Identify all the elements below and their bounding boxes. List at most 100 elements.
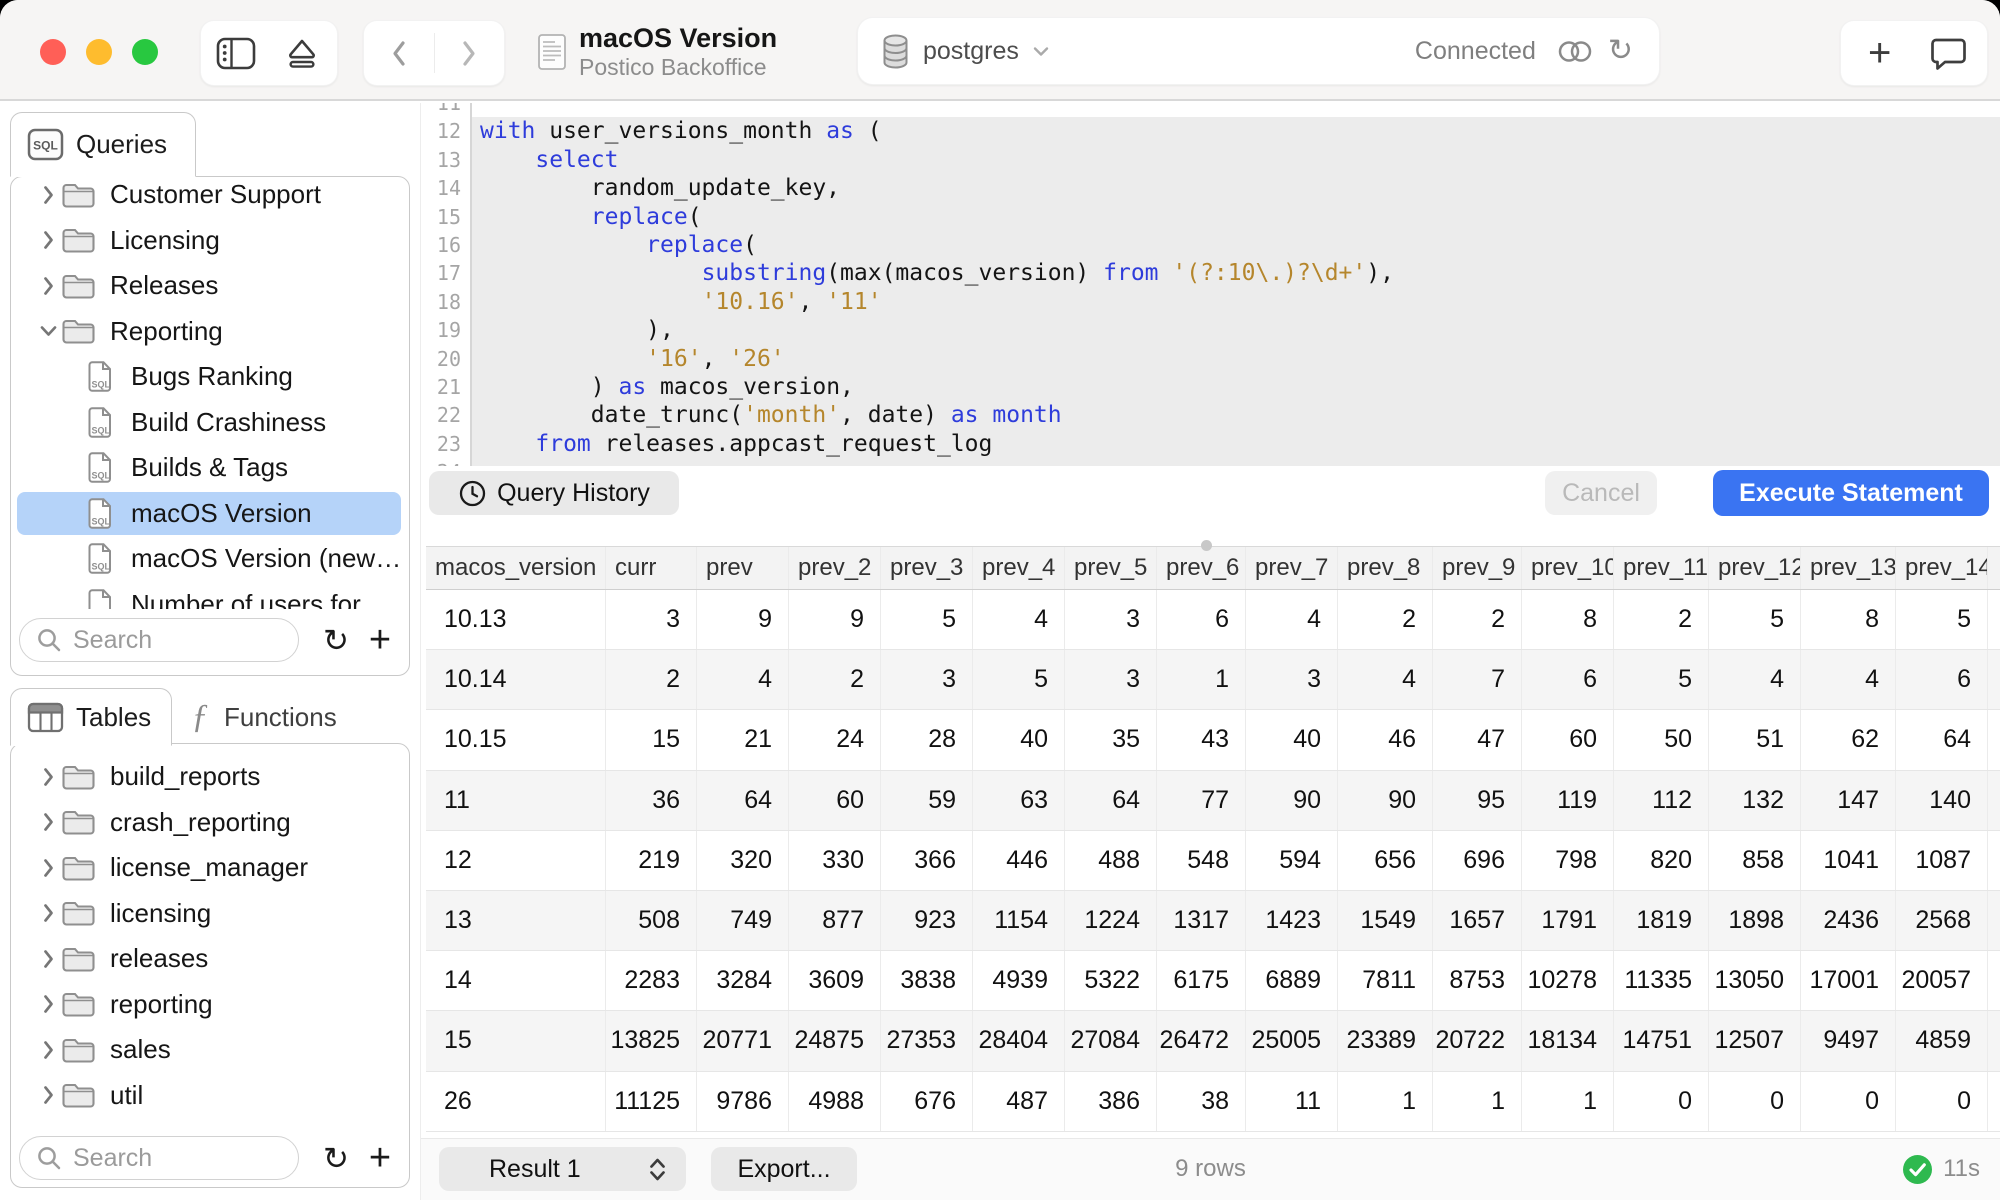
column-header[interactable]: prev_2	[789, 547, 881, 589]
column-header[interactable]: prev_4	[973, 547, 1065, 589]
sidebar-query-item[interactable]: SQLBuilds & Tags	[13, 445, 407, 491]
disconnect-button[interactable]	[272, 23, 332, 83]
chevron-right-icon[interactable]	[35, 993, 61, 1015]
chevron-right-icon[interactable]	[35, 1039, 61, 1061]
minimize-window-button[interactable]	[86, 39, 112, 65]
table-row[interactable]: 1350874987792311541224131714231549165717…	[426, 891, 2000, 951]
editor-line[interactable]: 11	[421, 103, 2000, 117]
zoom-window-button[interactable]	[132, 39, 158, 65]
column-header[interactable]: prev_8	[1338, 547, 1433, 589]
results-table: macos_versioncurrprevprev_2prev_3prev_4p…	[426, 546, 2000, 1138]
sidebar-folder-item[interactable]: Reporting	[13, 309, 407, 355]
editor-line[interactable]: 24	[421, 458, 2000, 466]
sql-editor[interactable]: 1112with user_versions_month as (13 sele…	[421, 103, 2000, 466]
chevron-right-icon[interactable]	[35, 902, 61, 924]
column-header[interactable]	[1988, 547, 2000, 589]
database-selector[interactable]: postgres	[923, 37, 1019, 66]
tab-functions[interactable]: ƒ Functions	[188, 688, 337, 746]
toggle-sidebar-button[interactable]	[206, 23, 266, 83]
add-query-button[interactable]: +	[359, 621, 401, 659]
column-header[interactable]: prev_5	[1065, 547, 1157, 589]
column-header[interactable]: macos_version	[426, 547, 606, 589]
chevron-right-icon[interactable]	[35, 857, 61, 879]
table-row[interactable]: 10.15152124284035434046476050516264	[426, 710, 2000, 770]
table-row[interactable]: 1513825207712487527353284042708426472250…	[426, 1011, 2000, 1071]
sidebar-schema-item[interactable]: license_manager	[13, 845, 407, 891]
column-header[interactable]: prev_13	[1801, 547, 1896, 589]
editor-line[interactable]: 16 replace(	[421, 231, 2000, 259]
editor-line[interactable]: 21 ) as macos_version,	[421, 373, 2000, 401]
close-window-button[interactable]	[40, 39, 66, 65]
sidebar-schema-item[interactable]: util	[13, 1073, 407, 1119]
editor-line[interactable]: 22 date_trunc('month', date) as month	[421, 401, 2000, 429]
sidebar-schema-item[interactable]: crash_reporting	[13, 800, 407, 846]
chevron-right-icon[interactable]	[35, 229, 61, 251]
column-header[interactable]: curr	[606, 547, 697, 589]
sidebar-schema-item[interactable]: sales	[13, 1027, 407, 1073]
sidebar-schema-item[interactable]: reporting	[13, 982, 407, 1028]
refresh-queries-button[interactable]: ↻	[315, 625, 357, 656]
chevron-right-icon[interactable]	[35, 1084, 61, 1106]
table-row[interactable]: 1136646059636477909095119112132147140	[426, 771, 2000, 831]
editor-line[interactable]: 13 select	[421, 146, 2000, 174]
chevron-right-icon[interactable]	[35, 184, 61, 206]
editor-line[interactable]: 23 from releases.appcast_request_log	[421, 430, 2000, 458]
column-header[interactable]: prev_3	[881, 547, 973, 589]
back-button[interactable]	[369, 23, 429, 83]
query-history-label: Query History	[497, 479, 650, 508]
table-row[interactable]: 10.13399543642282585	[426, 590, 2000, 650]
sidebar-query-item[interactable]: SQLBugs Ranking	[13, 354, 407, 400]
editor-line[interactable]: 14 random_update_key,	[421, 174, 2000, 202]
chevron-down-icon[interactable]	[35, 324, 61, 338]
column-header[interactable]: prev_7	[1246, 547, 1338, 589]
tables-search-input[interactable]: Search	[19, 1136, 299, 1180]
table-row[interactable]: 10.14242353134765446	[426, 650, 2000, 710]
editor-line[interactable]: 20 '16', '26'	[421, 345, 2000, 373]
queries-search-input[interactable]: Search	[19, 618, 299, 662]
sidebar-folder-item[interactable]: Customer Support	[13, 172, 407, 218]
add-table-button[interactable]: +	[359, 1139, 401, 1177]
sidebar-folder-item[interactable]: Releases	[13, 263, 407, 309]
sidebar-query-item[interactable]: SQLNumber of users for	[13, 582, 407, 610]
editor-line[interactable]: 18 '10.16', '11'	[421, 288, 2000, 316]
column-header[interactable]: prev_10	[1522, 547, 1614, 589]
splitter-handle[interactable]	[1201, 540, 1212, 551]
query-history-button[interactable]: Query History	[429, 471, 679, 515]
sidebar-schema-item[interactable]: releases	[13, 936, 407, 982]
chevron-right-icon[interactable]	[35, 766, 61, 788]
tab-queries[interactable]: SQL Queries	[10, 112, 196, 177]
feedback-button[interactable]	[1918, 23, 1978, 83]
execute-statement-button[interactable]: Execute Statement	[1713, 470, 1989, 516]
column-header[interactable]: prev_11	[1614, 547, 1709, 589]
sidebar-query-item[interactable]: SQLmacOS Version	[13, 491, 407, 537]
column-header[interactable]: prev_6	[1157, 547, 1246, 589]
sidebar-folder-item[interactable]: Licensing	[13, 218, 407, 264]
editor-line[interactable]: 19 ),	[421, 316, 2000, 344]
column-header[interactable]: prev_9	[1433, 547, 1522, 589]
column-header[interactable]: prev	[697, 547, 789, 589]
chevron-right-icon[interactable]	[35, 811, 61, 833]
table-row[interactable]: 1422833284360938384939532261756889781187…	[426, 951, 2000, 1011]
chevron-right-icon[interactable]	[35, 948, 61, 970]
reconnect-icon[interactable]: ↻	[1608, 36, 1633, 66]
tab-tables[interactable]: Tables	[10, 688, 172, 746]
forward-button[interactable]	[439, 23, 499, 83]
column-header[interactable]: prev_14	[1896, 547, 1988, 589]
chevron-right-icon[interactable]	[35, 275, 61, 297]
result-selector[interactable]: Result 1	[439, 1147, 686, 1191]
sidebar-query-item[interactable]: SQLmacOS Version (new…	[13, 536, 407, 582]
editor-line[interactable]: 17 substring(max(macos_version) from '(?…	[421, 259, 2000, 287]
chevron-down-icon[interactable]	[1031, 45, 1051, 58]
link-icon[interactable]	[1554, 37, 1596, 66]
sidebar-query-item[interactable]: SQLBuild Crashiness	[13, 400, 407, 446]
table-row[interactable]: 26111259786498867648738638111110000	[426, 1072, 2000, 1132]
editor-line[interactable]: 12with user_versions_month as (	[421, 117, 2000, 145]
column-header[interactable]: prev_12	[1709, 547, 1801, 589]
table-row[interactable]: 1221932033036644648854859465669679882085…	[426, 831, 2000, 891]
sidebar-schema-item[interactable]: build_reports	[13, 754, 407, 800]
refresh-tables-button[interactable]: ↻	[315, 1143, 357, 1174]
sidebar-schema-item[interactable]: licensing	[13, 891, 407, 937]
new-item-button[interactable]: +	[1850, 23, 1910, 83]
export-button[interactable]: Export...	[711, 1147, 857, 1191]
editor-line[interactable]: 15 replace(	[421, 203, 2000, 231]
